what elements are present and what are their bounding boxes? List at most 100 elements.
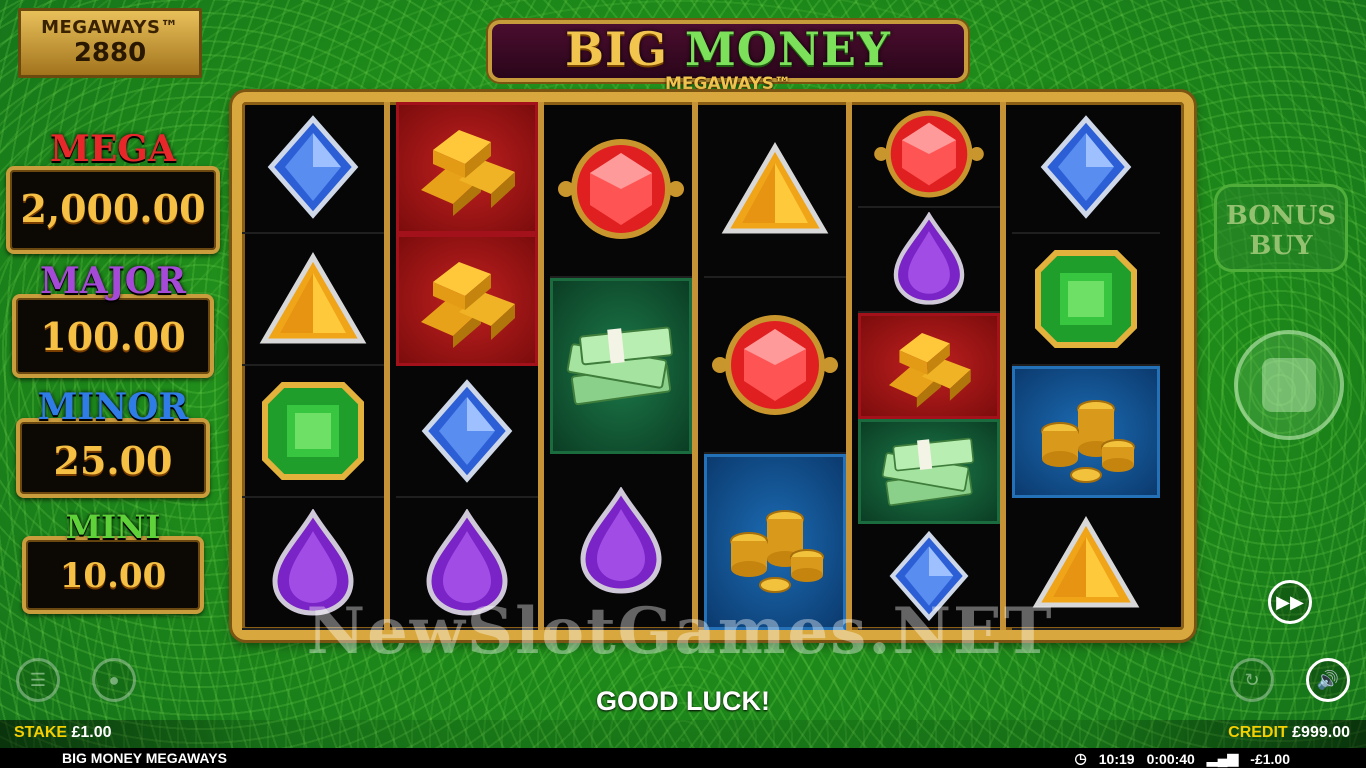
symbol-gold-bars [396, 234, 538, 366]
clock-icon: ◷ [1074, 750, 1087, 766]
red-ruby-gem-icon [710, 309, 840, 421]
credit-value: £999.00 [1292, 724, 1350, 741]
signal-icon: ▂▄▆ [1206, 750, 1239, 766]
game-logo: BIG MONEY MEGAWAYS™ [468, 12, 988, 98]
green-emerald-gem-icon [1034, 249, 1138, 349]
symbol-green-emerald-gem [1012, 234, 1160, 366]
reel-1 [242, 102, 390, 630]
symbol-blue-diamond-gem [242, 102, 384, 234]
red-ruby-gem-icon [556, 133, 686, 245]
logo-word-big: BIG [565, 22, 668, 76]
green-emerald-gem-icon [261, 381, 365, 481]
symbol-red-ruby-gem [550, 102, 692, 278]
symbol-gold-bars [396, 102, 538, 234]
spin-button[interactable] [1234, 330, 1344, 440]
gold-bars-icon [407, 248, 527, 352]
logo-subtitle: MEGAWAYS™ [665, 74, 791, 94]
turbo-button[interactable]: ▶▶ [1268, 580, 1312, 624]
bonus-buy-line2: BUY [1249, 231, 1313, 261]
blue-diamond-gem-icon [421, 379, 513, 483]
symbol-purple-drop-gem [550, 454, 692, 630]
gold-bars-icon [877, 321, 981, 411]
credit-display: CREDIT £999.00 [1228, 724, 1350, 742]
logo-title: BIG MONEY [468, 22, 988, 76]
orange-triangle-gem-icon [258, 251, 368, 347]
jackpot-major: MAJOR 100.00 [12, 260, 214, 378]
symbol-cash-stack [550, 278, 692, 454]
reel-5 [858, 102, 1006, 630]
jackpot-mega-name: MEGA [50, 128, 176, 170]
purple-drop-gem-icon [271, 509, 355, 617]
symbol-blue-diamond-gem [1012, 102, 1160, 234]
jackpot-mega-value: 2,000.00 [20, 186, 206, 231]
symbol-gold-bars [858, 313, 1000, 419]
footer-bar: BIG MONEY MEGAWAYS ◷ 10:19 0:00:40 ▂▄▆ -… [0, 748, 1366, 768]
blue-diamond-gem-icon [889, 531, 969, 622]
blue-diamond-gem-icon [1040, 115, 1132, 219]
jackpot-major-name: MAJOR [39, 260, 187, 302]
purple-drop-gem-icon [425, 509, 509, 617]
orange-triangle-gem-icon [720, 141, 830, 237]
jackpot-major-box: 100.00 [12, 294, 214, 378]
cash-stack-icon [875, 430, 983, 514]
stake-display[interactable]: STAKE £1.00 [14, 724, 112, 742]
footer-session-time: 0:00:40 [1146, 750, 1195, 767]
jackpot-mini-value: 10.00 [59, 556, 167, 596]
symbol-blue-diamond-gem [858, 524, 1000, 630]
footer-info: ◷ 10:19 0:00:40 ▂▄▆ -£1.00 [1075, 750, 1290, 767]
megaways-counter: MEGAWAYS™ 2880 [18, 8, 202, 78]
symbol-purple-drop-gem [858, 208, 1000, 314]
symbol-orange-triangle-gem [1012, 498, 1160, 630]
bonus-buy-button[interactable]: BONUS BUY [1214, 184, 1348, 272]
jackpot-mini: MINI 10.00 [22, 508, 204, 614]
purple-drop-gem-icon [579, 487, 663, 595]
megaways-label: MEGAWAYS™ [41, 17, 179, 38]
orange-triangle-gem-icon [1031, 515, 1141, 611]
symbol-orange-triangle-gem [242, 234, 384, 366]
jackpot-mini-name: MINI [65, 508, 161, 546]
red-ruby-gem-icon [872, 105, 985, 202]
stop-icon [1262, 358, 1316, 412]
footer-clock: 10:19 [1098, 750, 1135, 767]
symbol-blue-diamond-gem [396, 366, 538, 498]
symbol-green-emerald-gem [242, 366, 384, 498]
credit-label: CREDIT [1228, 724, 1288, 741]
balance-bar: STAKE £1.00 CREDIT £999.00 [0, 720, 1366, 748]
gold-coins-icon [715, 487, 835, 597]
megaways-count: 2880 [73, 38, 147, 68]
symbol-purple-drop-gem [242, 498, 384, 630]
symbol-cash-stack [858, 418, 1000, 525]
fast-forward-icon: ▶▶ [1276, 591, 1304, 612]
jackpot-major-value: 100.00 [40, 314, 186, 359]
footer-net: -£1.00 [1250, 750, 1290, 767]
purple-drop-gem-icon [892, 212, 965, 306]
symbol-red-ruby-gem [704, 278, 846, 454]
jackpot-mega-box: 2,000.00 [6, 166, 220, 254]
jackpot-minor-value: 25.00 [53, 438, 173, 483]
logo-word-money: MONEY [684, 22, 891, 76]
symbol-orange-triangle-gem [704, 102, 846, 278]
status-message: GOOD LUCK! [596, 686, 770, 716]
footer-game-name: BIG MONEY MEGAWAYS [62, 750, 227, 766]
reel-3 [550, 102, 698, 630]
jackpot-minor-box: 25.00 [16, 418, 210, 498]
stake-label: STAKE [14, 724, 68, 741]
symbol-gold-coins [1012, 366, 1160, 498]
symbol-red-ruby-gem [858, 102, 1000, 208]
jackpot-mega: MEGA 2,000.00 [6, 128, 220, 254]
stake-value: £1.00 [71, 724, 112, 741]
blue-diamond-gem-icon [267, 115, 359, 219]
symbol-purple-drop-gem [396, 498, 538, 630]
gold-coins-icon [1026, 377, 1146, 487]
cash-stack-icon [559, 318, 683, 414]
jackpot-minor-name: MINOR [37, 386, 189, 428]
reel-2 [396, 102, 544, 630]
reels-frame [232, 92, 1194, 640]
reel-6 [1012, 102, 1160, 630]
bonus-buy-line1: BONUS [1225, 201, 1337, 231]
gold-bars-icon [407, 116, 527, 220]
reel-4 [704, 102, 852, 630]
jackpot-minor: MINOR 25.00 [16, 386, 210, 498]
symbol-gold-coins [704, 454, 846, 630]
jackpot-mini-box: 10.00 [22, 536, 204, 614]
